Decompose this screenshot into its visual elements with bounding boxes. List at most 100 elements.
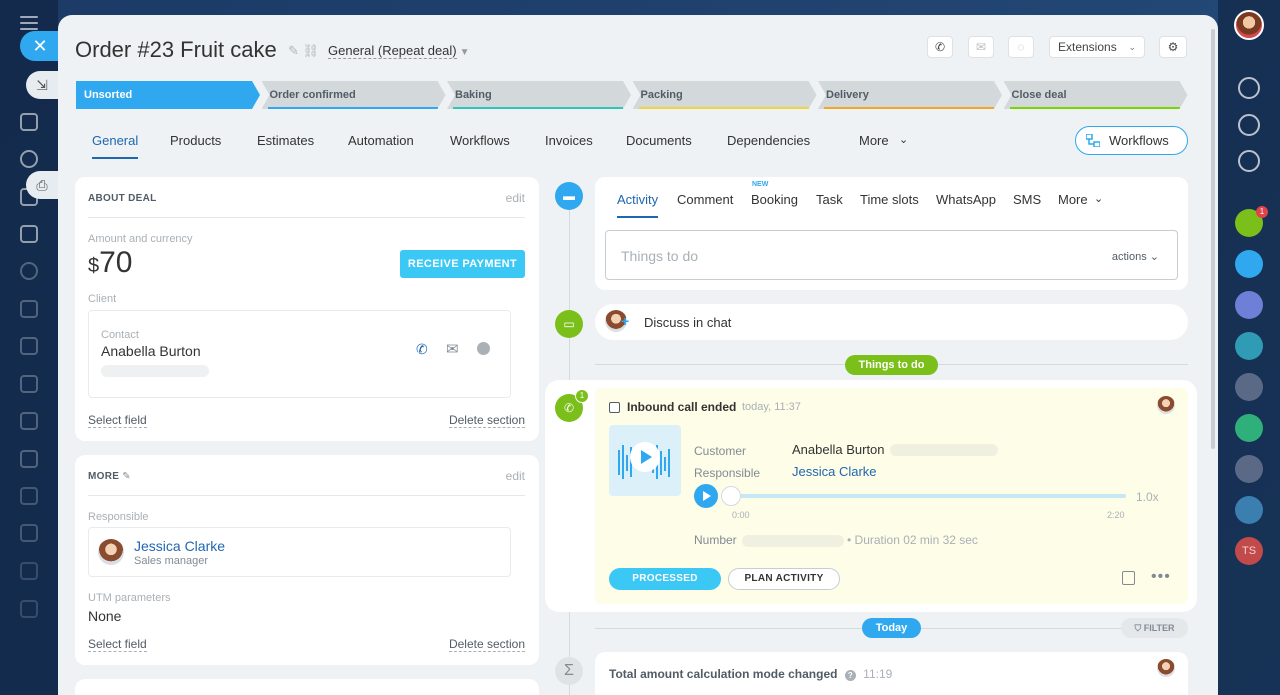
editor-tab-6[interactable]: SMS — [1013, 192, 1041, 207]
phone-button[interactable]: ✆ — [927, 36, 953, 58]
spiral-icon[interactable] — [1238, 114, 1260, 136]
receive-payment-button[interactable]: RECEIVE PAYMENT — [400, 250, 525, 278]
chat-icon[interactable] — [20, 524, 38, 542]
stage-5[interactable]: Close deal — [1004, 81, 1188, 109]
avatar-initials[interactable]: TS — [1235, 537, 1263, 565]
notes-icon[interactable] — [1235, 414, 1263, 442]
phone-icon-3[interactable] — [1235, 455, 1263, 483]
delete-section-link[interactable]: Delete section — [448, 413, 525, 428]
settings-gear-icon[interactable]: ⚙ — [1159, 36, 1187, 58]
things-to-do-pill: Things to do — [845, 355, 938, 375]
amount-value: $70 — [88, 246, 133, 279]
filter-button[interactable]: ⛉ FILTER — [1121, 618, 1188, 638]
discuss-chat-row[interactable]: + Discuss in chat — [595, 304, 1188, 340]
recycle-icon[interactable] — [20, 262, 38, 280]
contact-name[interactable]: Anabella Burton — [101, 343, 201, 359]
editor-tab-1[interactable]: Comment — [677, 192, 733, 207]
call-contact-icon[interactable]: ✆ — [416, 341, 428, 358]
mail-button[interactable]: ✉ — [968, 36, 994, 58]
stage-3[interactable]: Packing — [633, 81, 817, 109]
stage-label: Unsorted — [84, 89, 133, 101]
chat-bubble-icon[interactable] — [1238, 150, 1260, 172]
stage-label: Order confirmed — [269, 89, 356, 101]
audio-scrubber[interactable] — [721, 486, 741, 506]
scrollbar[interactable] — [1211, 29, 1215, 449]
tab-7[interactable]: Dependencies — [727, 133, 810, 148]
processed-button[interactable]: PROCESSED — [609, 568, 721, 590]
delete-section-link[interactable]: Delete section — [448, 637, 525, 652]
print-button[interactable]: ⎙ — [26, 171, 58, 199]
stage-label: Packing — [640, 89, 683, 101]
mail-icon[interactable] — [20, 450, 38, 468]
tab-4[interactable]: Workflows — [450, 133, 510, 148]
help-icon[interactable]: ? — [844, 670, 856, 681]
responsible-link[interactable]: Jessica Clarke — [792, 464, 877, 479]
more-options-icon[interactable]: ••• — [1151, 568, 1171, 586]
pipeline-selector[interactable]: General (Repeat deal) ▼ — [328, 43, 470, 59]
stage-1[interactable]: Order confirmed — [262, 81, 446, 109]
play-button[interactable] — [694, 484, 718, 508]
check-icon[interactable] — [20, 225, 38, 243]
inbox-icon[interactable] — [20, 113, 38, 131]
minimize-button[interactable]: ⇲ — [26, 71, 58, 99]
chat-contact-icon[interactable] — [477, 342, 490, 355]
editor-tab-4[interactable]: Time slots — [860, 192, 919, 207]
document-icon[interactable] — [20, 300, 38, 318]
audio-progress[interactable] — [731, 494, 1126, 498]
editor-tab-3[interactable]: Task — [816, 192, 843, 207]
mail-contact-icon[interactable]: ✉ — [446, 340, 459, 358]
call-title: Inbound call ended — [627, 400, 737, 414]
file-icon[interactable] — [20, 375, 38, 393]
right-sidebar: 1 TS — [1218, 0, 1280, 695]
contacts-icon[interactable] — [20, 487, 38, 505]
chat-button[interactable]: ◌ — [1008, 36, 1034, 58]
edit-link-icons[interactable]: ✎ ⛓ — [288, 43, 319, 59]
utm-label: UTM parameters — [88, 592, 171, 604]
stage-4[interactable]: Delivery — [818, 81, 1002, 109]
phone-icon-2[interactable] — [1235, 373, 1263, 401]
note-icon[interactable] — [1122, 571, 1135, 585]
select-field-link[interactable]: Select field — [88, 413, 147, 428]
tab-1[interactable]: Products — [170, 133, 221, 148]
todo-input[interactable]: Things to do actions ⌄ — [605, 230, 1178, 280]
open-lines-icon[interactable] — [1235, 250, 1263, 278]
tab-6[interactable]: Documents — [626, 133, 692, 148]
extensions-button[interactable]: Extensions ⌄ — [1049, 36, 1145, 58]
select-field-link[interactable]: Select field — [88, 637, 147, 652]
complete-checkbox[interactable] — [609, 402, 620, 413]
calendar-icon[interactable] — [20, 337, 38, 355]
playback-speed[interactable]: 1.0x — [1136, 490, 1159, 504]
responsible-name[interactable]: Jessica Clarke — [134, 538, 225, 554]
user-avatar[interactable] — [1234, 10, 1264, 40]
card-icon[interactable] — [20, 412, 38, 430]
menu-icon[interactable] — [20, 16, 38, 30]
box-icon[interactable] — [20, 600, 38, 618]
tab-5[interactable]: Invoices — [545, 133, 593, 148]
editor-tab-5[interactable]: WhatsApp — [936, 192, 996, 207]
deal-panel: Order #23 Fruit cake ✎ ⛓ General (Repeat… — [58, 15, 1218, 695]
editor-tab-0[interactable]: Activity — [617, 192, 659, 218]
bell-icon[interactable] — [1238, 77, 1260, 99]
close-slider-button[interactable]: ✕ — [20, 31, 60, 61]
stage-0[interactable]: Unsorted — [76, 81, 260, 109]
tab-3[interactable]: Automation — [348, 133, 414, 148]
actions-dropdown[interactable]: actions ⌄ — [1112, 250, 1159, 263]
stack-icon[interactable] — [20, 562, 38, 580]
tab-2[interactable]: Estimates — [257, 133, 314, 148]
stage-2[interactable]: Baking — [447, 81, 631, 109]
tab-8[interactable]: More — [859, 133, 889, 148]
recording-waveform[interactable] — [609, 425, 681, 496]
edit-link[interactable]: edit — [506, 191, 525, 205]
phone-icon-4[interactable] — [1235, 496, 1263, 524]
edit-link[interactable]: edit — [506, 469, 525, 483]
responsible-label: Responsible — [694, 466, 761, 480]
editor-tab-2[interactable]: Booking — [751, 192, 798, 207]
tab-0[interactable]: General — [92, 133, 139, 159]
workflows-button[interactable]: Workflows — [1075, 126, 1188, 155]
call-badge: 1 — [1256, 206, 1268, 218]
phone-icon[interactable] — [1235, 332, 1263, 360]
target-icon[interactable] — [20, 150, 38, 168]
plan-activity-button[interactable]: PLAN ACTIVITY — [728, 568, 840, 590]
editor-tab-7[interactable]: More — [1058, 192, 1088, 207]
group-icon[interactable] — [1235, 291, 1263, 319]
